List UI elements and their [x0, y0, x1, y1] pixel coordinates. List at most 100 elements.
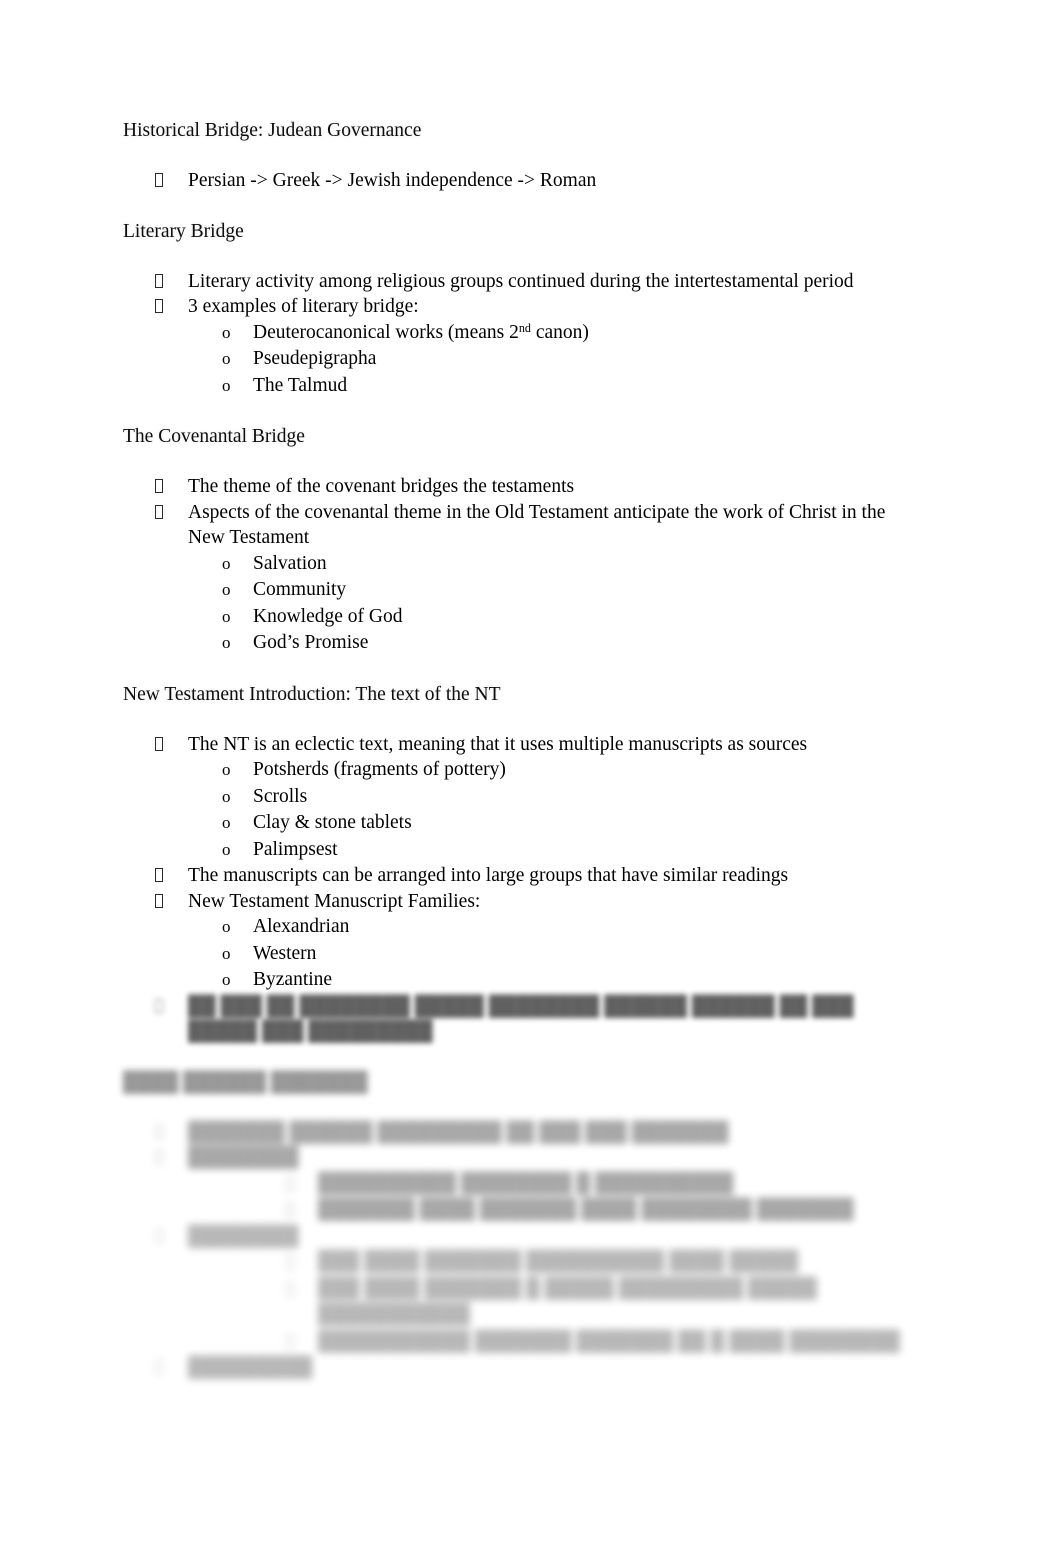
section-heading-historical-bridge: Historical Bridge: Judean Governance [123, 120, 422, 141]
list-item: o Deuterocanonical works (means 2nd cano… [123, 320, 923, 347]
list-item-text: Palimpsest [253, 838, 338, 860]
bullet-circle-o-icon: o [222, 970, 231, 989]
redacted-sublist-a: ██████████ ████████ █ ██████████ ███████… [123, 1171, 923, 1224]
list-item: The NT is an eclectic text, meaning that… [123, 732, 923, 758]
list-item: o Potsherds (fragments of pottery) [123, 757, 923, 784]
list-item-text: Aspects of the covenantal theme in the O… [188, 501, 886, 549]
list-item-text: ████████ [188, 1147, 299, 1168]
bullet-circle-o-icon: o [222, 349, 231, 368]
list-item-text-pre: Deuterocanonical works (means 2 [253, 321, 519, 343]
list-item: o Clay & stone tablets [123, 810, 923, 837]
sublist-covenantal-aspects: o Salvation o Community o Knowledge of G… [123, 551, 923, 657]
bullet-circle-o-icon: o [222, 917, 231, 936]
bullet-tofu-icon [155, 1224, 164, 1243]
bullet-square-icon [286, 1276, 294, 1303]
list-item-text: Pseudepigrapha [253, 348, 377, 369]
list-item-text: Community [253, 579, 347, 600]
sublist-literary-examples: o Deuterocanonical works (means 2nd cano… [123, 320, 923, 400]
redacted-trailing-list: ██ ███ ██ ████████ █████ ████████ ██████… [123, 994, 923, 1045]
list-item-text: Clay & stone tablets [253, 812, 412, 833]
list-item-text: The manuscripts can be arranged into lar… [188, 865, 789, 886]
list-item-text: ███████ ██████ █████████ ██ ███ ███ ████… [188, 1121, 729, 1143]
list-item-text: Byzantine [253, 969, 333, 990]
list-item: o Western [123, 941, 923, 968]
list-item: o Pseudepigrapha [123, 346, 923, 373]
document-page: Historical Bridge: Judean Governance Per… [0, 0, 1062, 1556]
list-nt-text: The NT is an eclectic text, meaning that… [123, 732, 923, 758]
bullet-circle-o-icon: o [222, 786, 231, 806]
list-item: o Community [123, 577, 923, 604]
bullet-tofu-icon [155, 732, 164, 751]
bullet-circle-o-icon: o [222, 322, 231, 342]
list-item-text: Knowledge of God [253, 605, 403, 627]
list-covenantal-bridge: The theme of the covenant bridges the te… [123, 474, 923, 551]
bullet-circle-o-icon: o [222, 813, 231, 832]
sublist-manuscript-media: o Potsherds (fragments of pottery) o Scr… [123, 757, 923, 863]
bullet-tofu-icon [155, 474, 164, 493]
list-item: ████████ [123, 1224, 923, 1250]
section-heading-nt-introduction: New Testament Introduction: The text of … [123, 683, 501, 705]
list-item: ███████████ ███████ ███████ ██ █ ████ ██… [123, 1329, 923, 1356]
list-item: ███ ████ ███████ █ █████ █████████ █████… [123, 1276, 923, 1329]
list-item: o Knowledge of God [123, 604, 923, 631]
list-item: ██ ███ ██ ████████ █████ ████████ ██████… [123, 994, 923, 1045]
list-item-text: The Talmud [253, 374, 348, 396]
bullet-square-icon [286, 1171, 294, 1198]
list-item-text: New Testament Manuscript Families: [188, 890, 481, 912]
list-item: o Salvation [123, 551, 923, 578]
list-item-text: Potsherds (fragments of pottery) [253, 759, 506, 780]
redacted-list-c: █████████ [123, 1355, 923, 1381]
bullet-tofu-icon [155, 168, 164, 187]
document-body: Historical Bridge: Judean Governance Per… [123, 118, 923, 1381]
bullet-square-icon [286, 1249, 294, 1276]
bullet-circle-o-icon: o [222, 553, 231, 573]
list-item: o The Talmud [123, 373, 923, 400]
list-item-text: ██████████ ████████ █ ██████████ [318, 1172, 734, 1194]
list-item-text: The theme of the covenant bridges the te… [188, 476, 575, 497]
bullet-tofu-icon [155, 1120, 164, 1139]
bullet-circle-o-icon: o [222, 839, 231, 859]
ordinal-suffix: nd [518, 320, 531, 335]
list-item-text: The NT is an eclectic text, meaning that… [188, 733, 808, 755]
list-item-text: Persian -> Greek -> Jewish independence … [188, 170, 597, 191]
bullet-tofu-icon [155, 994, 164, 1013]
list-item-text: Scrolls [253, 785, 308, 807]
list-item: The manuscripts can be arranged into lar… [123, 863, 923, 889]
list-item: ███ ████ ███████ ██████████ ████ █████ [123, 1249, 923, 1276]
list-item: █████████ [123, 1355, 923, 1381]
bullet-circle-o-icon: o [222, 633, 231, 652]
bullet-tofu-icon [155, 294, 164, 313]
bullet-tofu-icon [155, 863, 164, 882]
list-item: Persian -> Greek -> Jewish independence … [123, 168, 923, 194]
bullet-circle-o-icon: o [222, 760, 231, 779]
list-literary-bridge: Literary activity among religious groups… [123, 269, 923, 320]
bullet-circle-o-icon: o [222, 375, 231, 395]
list-item: ████████ [123, 1145, 923, 1171]
bullet-tofu-icon [155, 500, 164, 519]
list-item: ███████ ████ ███████ ████ ████████ █████… [123, 1197, 923, 1224]
list-item: o Byzantine [123, 967, 923, 994]
list-item: The theme of the covenant bridges the te… [123, 474, 923, 500]
redacted-sublist-b: ███ ████ ███████ ██████████ ████ █████ █… [123, 1249, 923, 1355]
section-heading-literary-bridge: Literary Bridge [123, 220, 244, 242]
list-item-text: ███████████ ███████ ███████ ██ █ ████ ██… [318, 1330, 900, 1352]
bullet-circle-o-icon: o [222, 580, 231, 599]
list-item-text: God’s Promise [253, 632, 369, 653]
list-item: o God’s Promise [123, 630, 923, 657]
list-item-text: 3 examples of literary bridge: [188, 296, 419, 317]
list-historical-bridge: Persian -> Greek -> Jewish independence … [123, 168, 923, 194]
list-item-text: ███ ████ ███████ ██████████ ████ █████ [318, 1251, 799, 1272]
list-item: ███████ ██████ █████████ ██ ███ ███ ████… [123, 1120, 923, 1146]
bullet-circle-o-icon: o [222, 606, 231, 626]
list-item-text: Salvation [253, 552, 327, 574]
list-item: 3 examples of literary bridge: [123, 294, 923, 320]
